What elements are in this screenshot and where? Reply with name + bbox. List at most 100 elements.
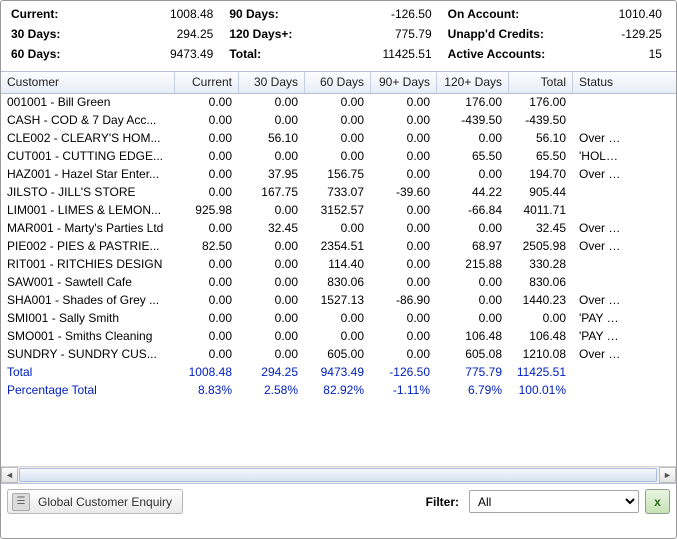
cell: 100.01% <box>509 382 573 400</box>
cell: 0.00 <box>371 238 437 256</box>
cell: MAR001 - Marty's Parties Ltd <box>1 220 175 238</box>
aging-table: Customer Current 30 Days 60 Days 90+ Day… <box>1 71 676 484</box>
cell: 114.40 <box>305 256 371 274</box>
col-total[interactable]: Total <box>509 72 573 93</box>
footer-bar: ☰ Global Customer Enquiry Filter: All x <box>1 484 676 519</box>
cell: 0.00 <box>509 310 573 328</box>
scroll-right-arrow-icon[interactable]: ► <box>659 467 676 483</box>
col-60days[interactable]: 60 Days <box>305 72 371 93</box>
cell: 1210.08 <box>509 346 573 364</box>
cell: 0.00 <box>371 346 437 364</box>
label-current: Current: <box>11 5 103 23</box>
enquiry-label: Global Customer Enquiry <box>38 495 172 509</box>
cell: 0.00 <box>175 292 239 310</box>
label-active-accounts: Active Accounts: <box>448 45 580 63</box>
scroll-track[interactable] <box>18 467 659 483</box>
cell: -1.11% <box>371 382 437 400</box>
cell: 56.10 <box>509 130 573 148</box>
cell: 0.00 <box>175 166 239 184</box>
table-row[interactable]: LIM001 - LIMES & LEMON...925.980.003152.… <box>1 202 676 220</box>
cell: 0.00 <box>371 274 437 292</box>
table-row[interactable]: SUNDRY - SUNDRY CUS...0.000.00605.000.00… <box>1 346 676 364</box>
value-90days: -126.50 <box>317 5 447 23</box>
cell: 330.28 <box>509 256 573 274</box>
table-row[interactable]: SAW001 - Sawtell Cafe0.000.00830.060.000… <box>1 274 676 292</box>
cell <box>573 382 633 400</box>
cell: -39.60 <box>371 184 437 202</box>
col-current[interactable]: Current <box>175 72 239 93</box>
cell: 0.00 <box>305 310 371 328</box>
cell: 0.00 <box>239 238 305 256</box>
export-excel-button[interactable]: x <box>645 489 670 514</box>
cell: 0.00 <box>175 112 239 130</box>
percentage-row[interactable]: Percentage Total8.83%2.58%82.92%-1.11%6.… <box>1 382 676 400</box>
cell <box>573 94 633 112</box>
excel-icon: x <box>654 495 661 509</box>
cell: 294.25 <box>239 364 305 382</box>
cell: 0.00 <box>437 310 509 328</box>
cell <box>573 364 633 382</box>
table-body[interactable]: 001001 - Bill Green0.000.000.000.00176.0… <box>1 94 676 466</box>
cell: Over C/L <box>573 166 633 184</box>
cell <box>573 256 633 274</box>
table-row[interactable]: MAR001 - Marty's Parties Ltd0.0032.450.0… <box>1 220 676 238</box>
label-total: Total: <box>229 45 317 63</box>
cell: JILSTO - JILL'S STORE <box>1 184 175 202</box>
cell: 9473.49 <box>305 364 371 382</box>
cell: -66.84 <box>437 202 509 220</box>
totals-row[interactable]: Total1008.48294.259473.49-126.50775.7911… <box>1 364 676 382</box>
cell: 3152.57 <box>305 202 371 220</box>
horizontal-scrollbar[interactable]: ◄ ► <box>1 466 676 483</box>
table-row[interactable]: SMI001 - Sally Smith0.000.000.000.000.00… <box>1 310 676 328</box>
scroll-left-arrow-icon[interactable]: ◄ <box>1 467 18 483</box>
cell: Over C/L <box>573 292 633 310</box>
cell: 194.70 <box>509 166 573 184</box>
cell: 0.00 <box>239 148 305 166</box>
table-row[interactable]: CLE002 - CLEARY'S HOM...0.0056.100.000.0… <box>1 130 676 148</box>
cell: 0.00 <box>175 256 239 274</box>
cell: 65.50 <box>437 148 509 166</box>
cell: 1440.23 <box>509 292 573 310</box>
table-row[interactable]: HAZ001 - Hazel Star Enter...0.0037.95156… <box>1 166 676 184</box>
table-row[interactable]: JILSTO - JILL'S STORE0.00167.75733.07-39… <box>1 184 676 202</box>
cell: 0.00 <box>239 292 305 310</box>
cell: 106.48 <box>437 328 509 346</box>
cell: 0.00 <box>371 94 437 112</box>
col-30days[interactable]: 30 Days <box>239 72 305 93</box>
cell: 68.97 <box>437 238 509 256</box>
cell: 106.48 <box>509 328 573 346</box>
cell: CLE002 - CLEARY'S HOM... <box>1 130 175 148</box>
value-60days: 9473.49 <box>103 45 229 63</box>
cell: 0.00 <box>175 220 239 238</box>
table-row[interactable]: PIE002 - PIES & PASTRIE...82.500.002354.… <box>1 238 676 256</box>
cell: 1008.48 <box>175 364 239 382</box>
cell: 0.00 <box>239 328 305 346</box>
cell: 0.00 <box>437 292 509 310</box>
table-row[interactable]: CUT001 - CUTTING EDGE...0.000.000.000.00… <box>1 148 676 166</box>
table-row[interactable]: CASH - COD & 7 Day Acc...0.000.000.000.0… <box>1 112 676 130</box>
cell: 775.79 <box>437 364 509 382</box>
cell: 'PAY ON PIC <box>573 310 633 328</box>
cell: 0.00 <box>305 328 371 346</box>
cell: 0.00 <box>175 346 239 364</box>
table-row[interactable]: RIT001 - RITCHIES DESIGN0.000.00114.400.… <box>1 256 676 274</box>
cell: 0.00 <box>175 328 239 346</box>
cell: 905.44 <box>509 184 573 202</box>
filter-select[interactable]: All <box>469 490 639 513</box>
global-customer-enquiry-button[interactable]: ☰ Global Customer Enquiry <box>7 489 183 514</box>
table-row[interactable]: SMO001 - Smiths Cleaning0.000.000.000.00… <box>1 328 676 346</box>
table-row[interactable]: SHA001 - Shades of Grey ...0.000.001527.… <box>1 292 676 310</box>
col-90days[interactable]: 90+ Days <box>371 72 437 93</box>
col-status[interactable]: Status <box>573 72 633 93</box>
cell: 0.00 <box>175 184 239 202</box>
cell: Over C/L <box>573 220 633 238</box>
col-120days[interactable]: 120+ Days <box>437 72 509 93</box>
cell: 0.00 <box>305 112 371 130</box>
cell: 156.75 <box>305 166 371 184</box>
table-row[interactable]: 001001 - Bill Green0.000.000.000.00176.0… <box>1 94 676 112</box>
col-customer[interactable]: Customer <box>1 72 175 93</box>
cell: SMO001 - Smiths Cleaning <box>1 328 175 346</box>
label-90days: 90 Days: <box>229 5 317 23</box>
scroll-thumb[interactable] <box>19 468 657 482</box>
cell: PIE002 - PIES & PASTRIE... <box>1 238 175 256</box>
